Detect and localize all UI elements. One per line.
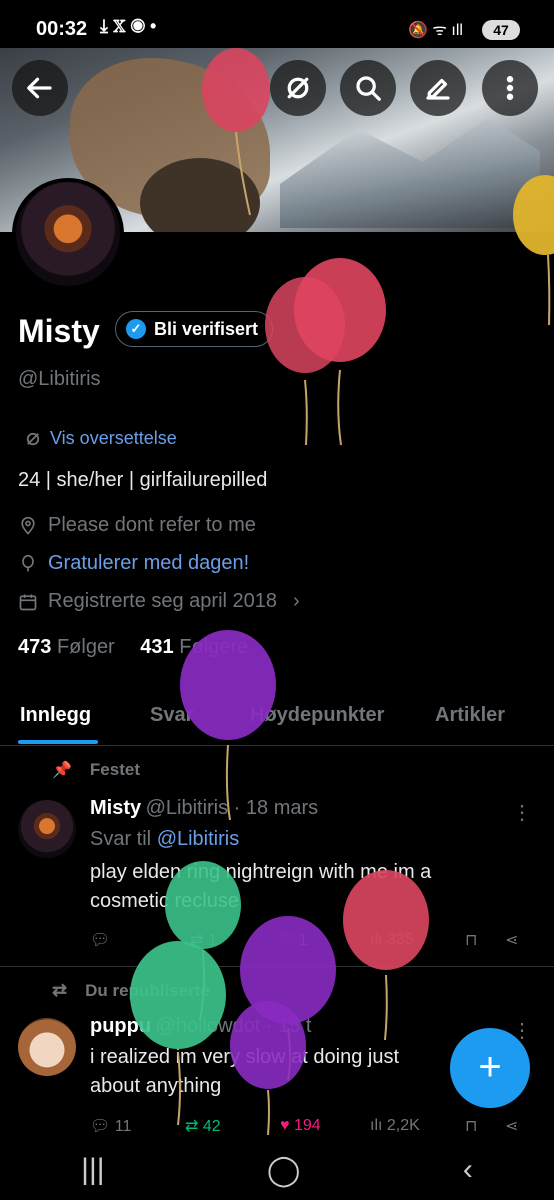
home-button[interactable]: ◯: [267, 1153, 301, 1188]
balloon-icon: [230, 1001, 306, 1136]
birthday-balloons: [130, 48, 554, 1136]
balloon-icon: [130, 941, 226, 1126]
balloon-icon: [513, 175, 554, 326]
back-nav-button[interactable]: ‹: [463, 1153, 473, 1187]
recent-apps-button[interactable]: |||: [81, 1153, 104, 1187]
balloon-icon: [343, 870, 429, 1041]
balloon-icon: [202, 48, 270, 216]
system-nav-bar: ||| ◯ ‹: [0, 1140, 554, 1200]
balloon-icon: [180, 630, 276, 821]
